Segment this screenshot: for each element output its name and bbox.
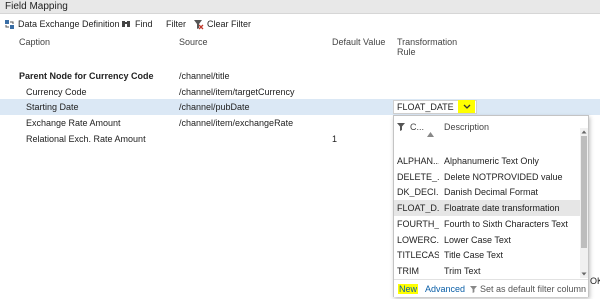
lookup-header: C... Description bbox=[394, 116, 588, 150]
find-label: Find bbox=[135, 19, 153, 29]
row-caption: Currency Code bbox=[26, 87, 87, 97]
ok-button-clipped[interactable]: OK bbox=[590, 276, 600, 286]
data-exchange-label: Data Exchange Definition bbox=[18, 19, 120, 29]
table-row[interactable]: Parent Node for Currency Code /channel/t… bbox=[0, 68, 600, 84]
lookup-item[interactable]: DELETE_... Delete NOTPROVIDED value bbox=[394, 169, 580, 185]
lookup-item[interactable]: DK_DECI... Danish Decimal Format bbox=[394, 184, 580, 200]
column-header-transformation-line1: Transformation bbox=[397, 37, 458, 47]
lookup-item-code: ALPHAN... bbox=[397, 156, 439, 166]
row-caption: Parent Node for Currency Code bbox=[19, 71, 154, 81]
clear-filter-button[interactable]: Clear Filter bbox=[193, 17, 251, 31]
scroll-thumb[interactable] bbox=[581, 136, 587, 248]
find-button[interactable]: Find bbox=[121, 17, 153, 31]
column-header-default-value[interactable]: Default Value bbox=[332, 37, 385, 47]
lookup-item-code: LOWERC... bbox=[397, 235, 439, 245]
lookup-dropdown-button[interactable] bbox=[458, 100, 475, 113]
lookup-item-code: DK_DECI... bbox=[397, 187, 439, 197]
window-titlebar: Field Mapping bbox=[0, 0, 600, 14]
lookup-item-code: TITLECASE bbox=[397, 250, 439, 260]
lookup-item-code: FLOAT_D... bbox=[397, 203, 439, 213]
row-caption: Relational Exch. Rate Amount bbox=[26, 134, 146, 144]
filter-button[interactable]: Filter bbox=[166, 17, 186, 31]
table-row[interactable]: Currency Code /channel/item/targetCurren… bbox=[0, 84, 600, 100]
lookup-item-description: Lower Case Text bbox=[444, 235, 511, 245]
scroll-up-icon[interactable] bbox=[580, 128, 588, 136]
set-default-filter-label: Set as default filter column bbox=[480, 284, 587, 294]
set-default-filter-button[interactable]: Set as default filter column bbox=[470, 284, 586, 294]
row-default-value: 1 bbox=[332, 134, 338, 144]
row-source: /channel/title bbox=[179, 71, 230, 81]
row-caption: Exchange Rate Amount bbox=[26, 118, 121, 128]
find-icon bbox=[122, 20, 130, 27]
lookup-item-code: TRIM bbox=[397, 266, 419, 276]
lookup-item-description: Alphanumeric Text Only bbox=[444, 156, 539, 166]
lookup-item-code: FOURTH_... bbox=[397, 219, 439, 229]
column-header-caption[interactable]: Caption bbox=[19, 37, 50, 47]
data-exchange-definition-button[interactable]: Data Exchange Definition bbox=[4, 17, 120, 31]
lookup-item-description: Floatrate date transformation bbox=[444, 203, 560, 213]
data-exchange-icon bbox=[5, 19, 14, 29]
table-row-selected[interactable]: Starting Date /channel/pubDate FLOAT_DAT… bbox=[0, 99, 600, 115]
filter-icon bbox=[470, 285, 477, 293]
lookup-item[interactable]: LOWERC... Lower Case Text bbox=[394, 232, 580, 248]
advanced-link[interactable]: Advanced bbox=[425, 284, 465, 294]
lookup-item-code: DELETE_... bbox=[397, 172, 439, 182]
lookup-item[interactable]: ALPHAN... Alphanumeric Text Only bbox=[394, 153, 580, 169]
chevron-down-icon bbox=[463, 104, 470, 109]
lookup-column-description[interactable]: Description bbox=[444, 122, 489, 132]
grid-header: Caption Source Default Value Transformat… bbox=[0, 34, 600, 64]
lookup-scrollbar[interactable] bbox=[580, 128, 588, 278]
lookup-item-description: Trim Text bbox=[444, 266, 481, 276]
window-title: Field Mapping bbox=[5, 1, 68, 12]
transformation-rule-value: FLOAT_DATE bbox=[397, 102, 454, 112]
toolbar: Data Exchange Definition Find Filter Cle… bbox=[0, 14, 600, 34]
lookup-item[interactable]: TITLECASE Title Case Text bbox=[394, 247, 580, 263]
scroll-down-icon[interactable] bbox=[580, 270, 588, 278]
lookup-item-selected[interactable]: FLOAT_D... Floatrate date transformation bbox=[394, 200, 580, 216]
lookup-item[interactable]: FOURTH_... Fourth to Sixth Characters Te… bbox=[394, 216, 580, 232]
filter-label: Filter bbox=[166, 19, 186, 29]
sort-ascending-icon bbox=[427, 132, 434, 137]
lookup-item-description: Title Case Text bbox=[444, 250, 504, 260]
lookup-column-code[interactable]: C... bbox=[410, 122, 424, 132]
clear-filter-label: Clear Filter bbox=[207, 19, 252, 29]
column-header-transformation-line2: Rule bbox=[397, 47, 416, 57]
filter-icon bbox=[397, 123, 405, 131]
row-source: /channel/item/targetCurrency bbox=[179, 87, 295, 97]
lookup-footer: New Advanced Set as default filter colum… bbox=[394, 279, 588, 297]
row-caption: Starting Date bbox=[26, 102, 79, 112]
row-source: /channel/item/exchangeRate bbox=[179, 118, 294, 128]
lookup-item-description: Fourth to Sixth Characters Text bbox=[444, 219, 568, 229]
new-link[interactable]: New bbox=[398, 284, 419, 294]
column-header-transformation-rule[interactable]: Transformation Rule bbox=[397, 37, 457, 57]
row-source: /channel/pubDate bbox=[179, 102, 250, 112]
lookup-dropdown: C... Description ALPHAN... Alphanumeric … bbox=[393, 115, 589, 297]
clear-filter-icon bbox=[194, 19, 204, 29]
column-header-source[interactable]: Source bbox=[179, 37, 208, 47]
lookup-item[interactable]: TRIM Trim Text bbox=[394, 263, 580, 279]
lookup-item-description: Danish Decimal Format bbox=[444, 187, 539, 197]
lookup-item-description: Delete NOTPROVIDED value bbox=[444, 172, 563, 182]
